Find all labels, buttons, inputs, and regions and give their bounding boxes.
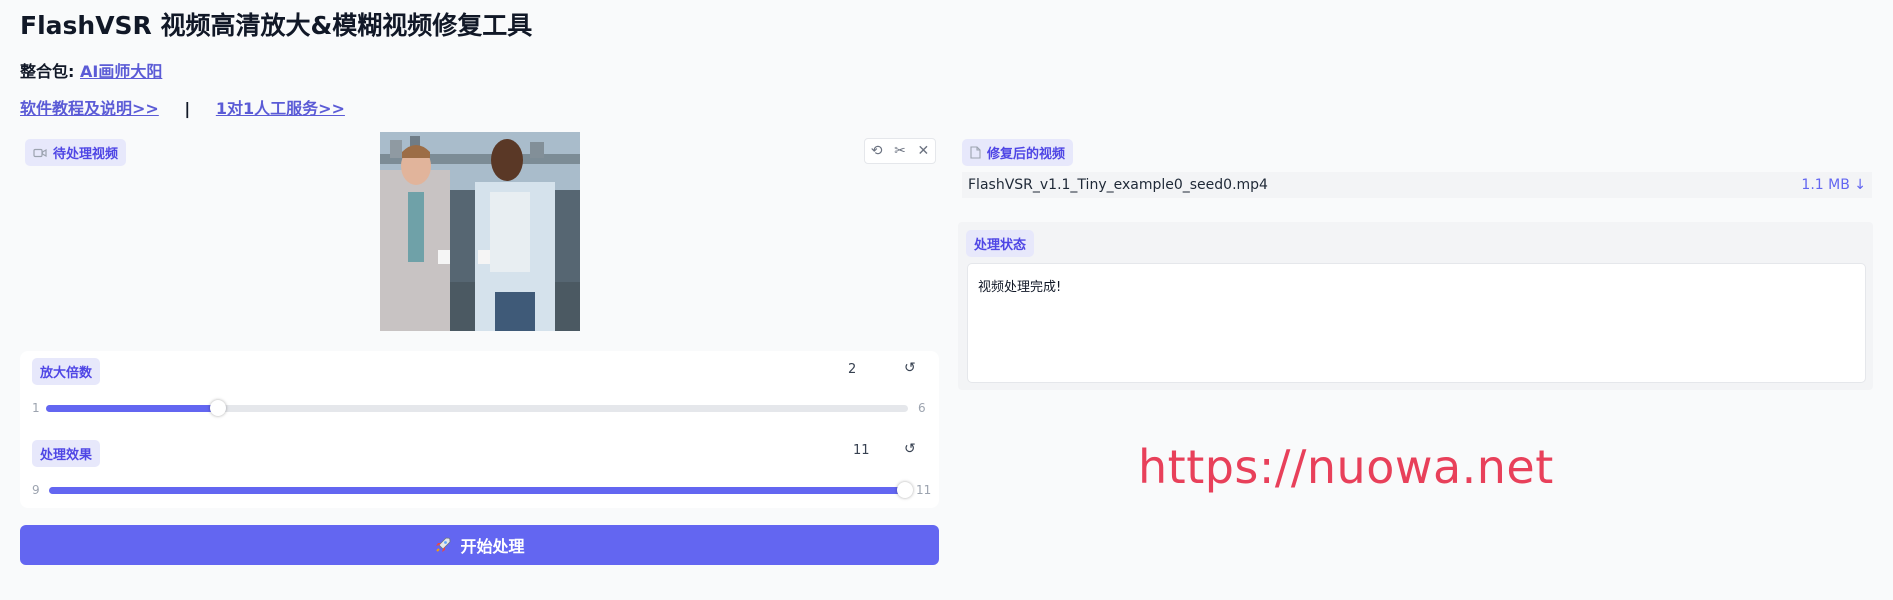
scale-slider[interactable] xyxy=(46,400,908,416)
help-links: 软件教程及说明>> | 1对1人工服务>> xyxy=(20,95,345,119)
status-text: 视频处理完成! xyxy=(978,280,1062,295)
effect-slider-fill xyxy=(49,487,905,494)
scale-min: 1 xyxy=(32,401,40,415)
effect-label: 处理效果 xyxy=(32,440,101,467)
effect-reset-button[interactable]: ↺ xyxy=(904,441,916,457)
scissors-icon[interactable]: ✂ xyxy=(894,144,906,158)
effect-slider-thumb[interactable] xyxy=(897,482,913,498)
service-link[interactable]: 1对1人工服务>> xyxy=(216,99,345,118)
rocket-icon xyxy=(436,537,451,552)
output-video-label: 修复后的视频 xyxy=(962,139,1074,166)
watermark-text: https://nuowa.net xyxy=(1138,440,1554,494)
output-file-name[interactable]: FlashVSR_v1.1_Tiny_example0_seed0.mp4 xyxy=(968,177,1268,193)
scale-reset-button[interactable]: ↺ xyxy=(904,360,916,376)
scale-value[interactable]: 2 xyxy=(848,362,856,377)
package-line: 整合包: AI画师大阳 xyxy=(20,58,162,82)
scale-label: 放大倍数 xyxy=(32,358,101,385)
download-link[interactable]: 1.1 MB ↓ xyxy=(1801,177,1866,193)
effect-slider[interactable] xyxy=(49,482,913,498)
package-author-link[interactable]: AI画师大阳 xyxy=(80,62,162,81)
settings-card xyxy=(20,351,939,508)
input-video-label: 待处理视频 xyxy=(25,139,127,166)
scale-max: 6 xyxy=(918,401,926,415)
close-icon[interactable]: ✕ xyxy=(917,144,929,158)
undo-icon[interactable]: ⟲ xyxy=(871,144,883,158)
status-textbox[interactable] xyxy=(967,263,1866,383)
output-file-row[interactable]: FlashVSR_v1.1_Tiny_example0_seed0.mp4 1.… xyxy=(962,172,1872,198)
scale-slider-fill xyxy=(46,405,219,412)
status-label: 处理状态 xyxy=(966,230,1035,257)
input-video-label-text: 待处理视频 xyxy=(53,147,119,162)
tutorial-link[interactable]: 软件教程及说明>> xyxy=(20,99,159,118)
video-frame-image xyxy=(380,132,580,331)
page-title: FlashVSR 视频高清放大&模糊视频修复工具 xyxy=(20,11,533,40)
effect-value[interactable]: 11 xyxy=(853,443,870,458)
file-icon xyxy=(970,146,981,159)
input-video-preview[interactable] xyxy=(380,132,580,331)
package-label: 整合包: xyxy=(20,62,75,81)
video-toolbar: ⟲ ✂ ✕ xyxy=(864,138,936,164)
link-separator: | xyxy=(184,99,191,118)
effect-min: 9 xyxy=(32,483,40,497)
video-camera-icon xyxy=(33,148,47,157)
start-processing-button[interactable]: 开始处理 xyxy=(20,525,939,565)
effect-max: 11 xyxy=(916,483,932,497)
output-video-label-text: 修复后的视频 xyxy=(987,147,1066,162)
start-processing-label: 开始处理 xyxy=(460,537,525,556)
